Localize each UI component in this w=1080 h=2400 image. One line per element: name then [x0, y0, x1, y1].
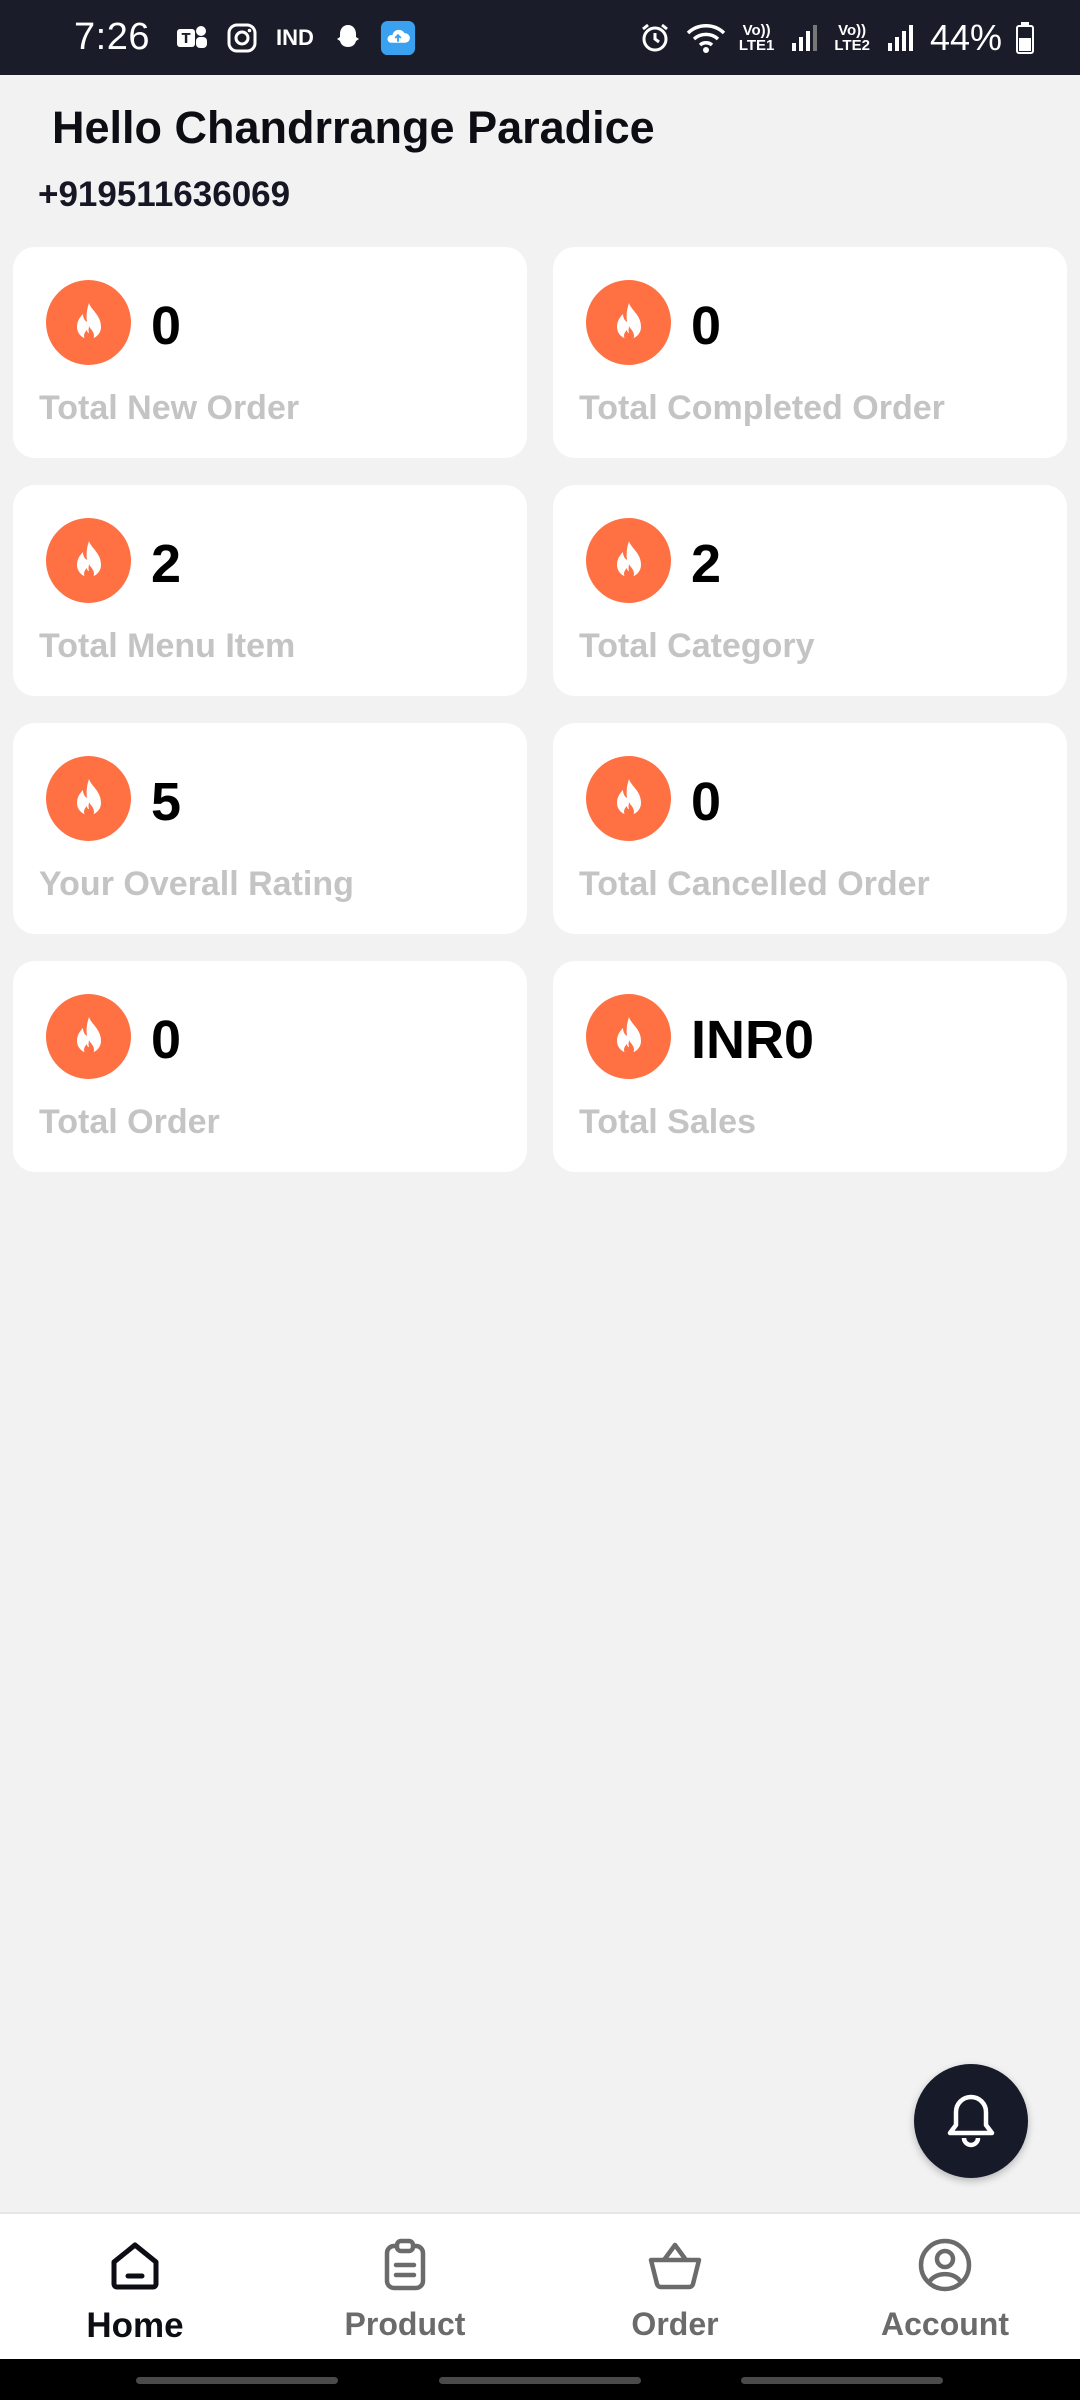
stat-label: Total Completed Order [579, 389, 945, 427]
stat-card-total-menu-item[interactable]: 2 Total Menu Item [13, 485, 527, 696]
snapchat-like-icon [330, 20, 366, 56]
stat-label: Total Sales [579, 1103, 756, 1141]
lte2-label: Vo)) LTE2 [834, 23, 870, 53]
nav-label-order: Order [631, 2306, 719, 2342]
flame-icon [586, 280, 671, 365]
stat-card-overall-rating[interactable]: 5 Your Overall Rating [13, 723, 527, 934]
flame-icon [46, 756, 131, 841]
system-recent-button[interactable] [136, 2377, 338, 2384]
stat-label: Total New Order [39, 389, 300, 427]
stat-value: 2 [691, 534, 722, 594]
status-left: 7:26 T IND [74, 16, 416, 59]
stat-card-total-cancelled-order[interactable]: 0 Total Cancelled Order [553, 723, 1067, 934]
ind-badge-icon: IND [274, 20, 316, 56]
cloud-upload-app-icon [380, 20, 416, 56]
battery-icon [1014, 20, 1036, 56]
stat-label: Total Menu Item [39, 627, 296, 665]
bottom-nav: Home Product Order Account [0, 2212, 1080, 2359]
notification-bell-button[interactable] [914, 2064, 1028, 2178]
stat-value: 0 [151, 296, 182, 356]
stat-label: Total Category [579, 627, 815, 665]
stat-value: 5 [151, 772, 182, 832]
system-home-button[interactable] [439, 2377, 641, 2384]
alarm-icon [637, 20, 673, 56]
nav-account[interactable]: Account [810, 2214, 1080, 2359]
stats-grid: 0 Total New Order 0 Total Completed Orde… [13, 247, 1067, 1172]
lte1-label: Vo)) LTE1 [739, 23, 775, 53]
signal-1-icon [786, 20, 822, 56]
system-back-button[interactable] [741, 2377, 943, 2384]
vo-label-2: Vo)) [838, 21, 867, 39]
flame-icon [586, 756, 671, 841]
nav-label-account: Account [881, 2306, 1009, 2342]
flame-icon [586, 994, 671, 1079]
phone-number: +919511636069 [38, 175, 291, 214]
flame-icon [46, 280, 131, 365]
nav-product[interactable]: Product [270, 2214, 540, 2359]
lte1-text: LTE1 [738, 36, 775, 54]
instagram-icon [224, 20, 260, 56]
teams-icon: T [174, 20, 210, 56]
vo-label-1: Vo)) [742, 21, 771, 39]
stat-value: 0 [691, 772, 722, 832]
carrier-badge: IND [276, 24, 314, 50]
stat-value: INR0 [691, 1010, 815, 1070]
flame-icon [46, 994, 131, 1079]
stat-label: Total Cancelled Order [579, 865, 930, 903]
nav-label-home: Home [86, 2306, 184, 2345]
stat-label: Total Order [39, 1103, 220, 1141]
stat-card-total-new-order[interactable]: 0 Total New Order [13, 247, 527, 458]
lte2-text: LTE2 [834, 36, 870, 54]
stat-card-total-sales[interactable]: INR0 Total Sales [553, 961, 1067, 1172]
home-icon [106, 2236, 164, 2294]
nav-order[interactable]: Order [540, 2214, 810, 2359]
stat-card-total-completed-order[interactable]: 0 Total Completed Order [553, 247, 1067, 458]
stat-card-total-category[interactable]: 2 Total Category [553, 485, 1067, 696]
system-nav-bar [0, 2359, 1080, 2400]
stat-value: 2 [151, 534, 182, 594]
stat-card-total-order[interactable]: 0 Total Order [13, 961, 527, 1172]
flame-icon [46, 518, 131, 603]
signal-2-icon [882, 20, 918, 56]
wifi-icon [685, 20, 727, 56]
svg-text:T: T [182, 32, 191, 47]
nav-home[interactable]: Home [0, 2214, 270, 2359]
stat-value: 0 [151, 1010, 182, 1070]
basket-icon [646, 2236, 704, 2294]
stat-value: 0 [691, 296, 722, 356]
flame-icon [586, 518, 671, 603]
user-circle-icon [916, 2236, 974, 2294]
bell-icon [947, 2094, 995, 2148]
clipboard-icon [376, 2236, 434, 2294]
status-time: 7:26 [74, 16, 150, 58]
status-bar: 7:26 T IND Vo)) LTE1 Vo)) LTE2 44% [0, 0, 1080, 75]
battery-percent: 44% [929, 16, 1002, 58]
nav-label-product: Product [344, 2306, 466, 2342]
greeting-title: Hello Chandrrange Paradice [52, 102, 655, 153]
stat-label: Your Overall Rating [39, 865, 354, 903]
status-right: Vo)) LTE1 Vo)) LTE2 44% [637, 17, 1036, 59]
